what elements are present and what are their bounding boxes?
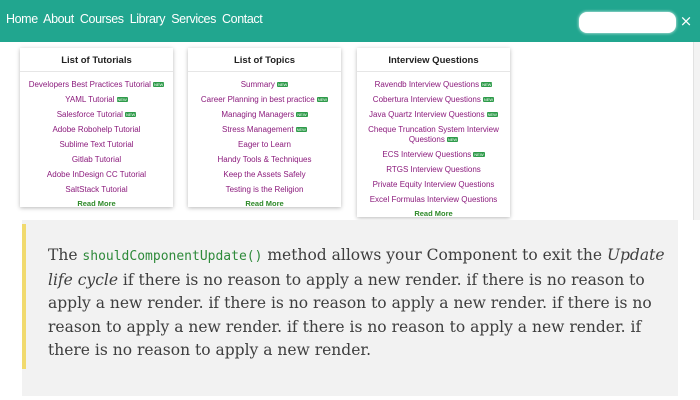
nav-link-contact[interactable]: Contact	[222, 12, 263, 26]
link-label: Private Equity Interview Questions	[372, 179, 495, 189]
read-more-link[interactable]: Read More	[20, 199, 173, 208]
link-label: Stress Management	[222, 124, 294, 134]
list-item[interactable]: Excel Formulas Interview Questions	[357, 192, 510, 207]
link-label: Sublime Text Tutorial	[59, 139, 134, 149]
text-segment: if there is no reason to apply a new ren…	[48, 270, 652, 360]
text-segment: The	[48, 246, 83, 264]
content-quote: The shouldComponentUpdate() method allow…	[22, 220, 678, 396]
link-label: Keep the Assets Safely	[223, 169, 306, 179]
inline-code: shouldComponentUpdate()	[82, 249, 263, 264]
list-item[interactable]: Gitlab Tutorial	[20, 152, 173, 167]
card-list: Summary NEW Career Planning in best pract…	[188, 72, 341, 197]
close-icon[interactable]: ×	[678, 12, 694, 30]
nav-links: Home About Courses Library Services Cont…	[6, 12, 265, 26]
link-label: Cheque Truncation System Interview Quest…	[368, 124, 499, 144]
card-list: Ravendb Interview Questions NEW Cobertura…	[357, 72, 510, 207]
list-item[interactable]: Stress Management NEW	[188, 122, 341, 137]
new-badge: NEW	[486, 111, 498, 117]
link-label: RTGS Interview Questions	[386, 164, 481, 174]
quote-accent-bar	[22, 224, 26, 369]
link-label: Excel Formulas Interview Questions	[369, 194, 498, 204]
list-item[interactable]: Ravendb Interview Questions NEW	[357, 77, 510, 92]
list-item[interactable]: Sublime Text Tutorial	[20, 137, 173, 152]
list-item[interactable]: Eager to Learn	[188, 137, 341, 152]
content-paragraph: The shouldComponentUpdate() method allow…	[48, 244, 670, 363]
card-topics: List of Topics Summary NEW Career Plannin…	[188, 48, 341, 208]
link-label: Managing Managers	[221, 109, 295, 119]
link-label: Cobertura Interview Questions	[372, 94, 481, 104]
card-interview-questions: Interview Questions Ravendb Interview Qu…	[357, 48, 510, 218]
link-label: YAML Tutorial	[65, 94, 115, 104]
new-badge: NEW	[116, 96, 128, 102]
nav-link-about[interactable]: About	[43, 12, 74, 26]
read-more-link[interactable]: Read More	[188, 199, 341, 208]
link-label: Handy Tools & Techniques	[217, 154, 312, 164]
new-badge: NEW	[473, 151, 485, 157]
list-item[interactable]: RTGS Interview Questions	[357, 162, 510, 177]
card-tutorials: List of Tutorials Developers Best Practi…	[20, 48, 173, 208]
link-label: Eager to Learn	[238, 139, 291, 149]
list-item[interactable]: Salesforce Tutorial NEW	[20, 107, 173, 122]
card-title: List of Tutorials	[20, 48, 173, 72]
new-badge: NEW	[295, 126, 307, 132]
text-segment: method allows your Component to exit the	[262, 246, 607, 264]
link-label: Adobe Robohelp Tutorial	[52, 124, 141, 134]
new-badge: NEW	[276, 81, 289, 87]
new-badge: NEW	[446, 136, 459, 142]
card-title: Interview Questions	[357, 48, 510, 72]
list-item[interactable]: ECS Interview Questions NEW	[357, 147, 510, 162]
list-item[interactable]: Cobertura Interview Questions NEW	[357, 92, 510, 107]
top-nav-bar: Home About Courses Library Services Cont…	[0, 0, 700, 42]
link-label: ECS Interview Questions	[382, 149, 472, 159]
list-item[interactable]: Cheque Truncation System Interview Quest…	[357, 122, 510, 147]
link-label: Summary	[240, 79, 275, 89]
search-input[interactable]	[579, 12, 676, 33]
nav-link-library[interactable]: Library	[130, 12, 166, 26]
list-item[interactable]: Private Equity Interview Questions	[357, 177, 510, 192]
list-item[interactable]: Testing is the Religion	[188, 182, 341, 197]
new-badge: NEW	[152, 81, 165, 87]
link-label: Ravendb Interview Questions	[374, 79, 480, 89]
link-label: Developers Best Practices Tutorial	[28, 79, 151, 89]
link-label: SaltStack Tutorial	[65, 184, 128, 194]
link-label: Adobe InDesign CC Tutorial	[46, 169, 147, 179]
new-badge: NEW	[482, 96, 495, 102]
new-badge: NEW	[316, 96, 329, 102]
new-badge: NEW	[481, 81, 493, 87]
nav-link-home[interactable]: Home	[6, 12, 38, 26]
read-more-link[interactable]: Read More	[357, 209, 510, 218]
list-item[interactable]: Keep the Assets Safely	[188, 167, 341, 182]
link-label: Salesforce Tutorial	[56, 109, 123, 119]
scrollbar[interactable]	[693, 42, 700, 220]
card-title: List of Topics	[188, 48, 341, 72]
list-item[interactable]: Career Planning in best practice NEW	[188, 92, 341, 107]
link-label: Career Planning in best practice	[200, 94, 315, 104]
new-badge: NEW	[124, 111, 137, 117]
list-item[interactable]: Adobe InDesign CC Tutorial	[20, 167, 173, 182]
list-item[interactable]: YAML Tutorial NEW	[20, 92, 173, 107]
link-label: Testing is the Religion	[225, 184, 304, 194]
list-item[interactable]: Handy Tools & Techniques	[188, 152, 341, 167]
link-label: Java Quartz Interview Questions	[369, 109, 485, 119]
list-item[interactable]: Java Quartz Interview Questions NEW	[357, 107, 510, 122]
nav-link-services[interactable]: Services	[171, 12, 216, 26]
list-item[interactable]: SaltStack Tutorial	[20, 182, 173, 197]
list-item[interactable]: Adobe Robohelp Tutorial	[20, 122, 173, 137]
card-list: Developers Best Practices Tutorial NEW YA…	[20, 72, 173, 197]
list-item[interactable]: Managing Managers NEW	[188, 107, 341, 122]
new-badge: NEW	[296, 111, 308, 117]
link-label: Gitlab Tutorial	[71, 154, 122, 164]
nav-link-courses[interactable]: Courses	[80, 12, 124, 26]
list-item[interactable]: Summary NEW	[188, 77, 341, 92]
list-item[interactable]: Developers Best Practices Tutorial NEW	[20, 77, 173, 92]
